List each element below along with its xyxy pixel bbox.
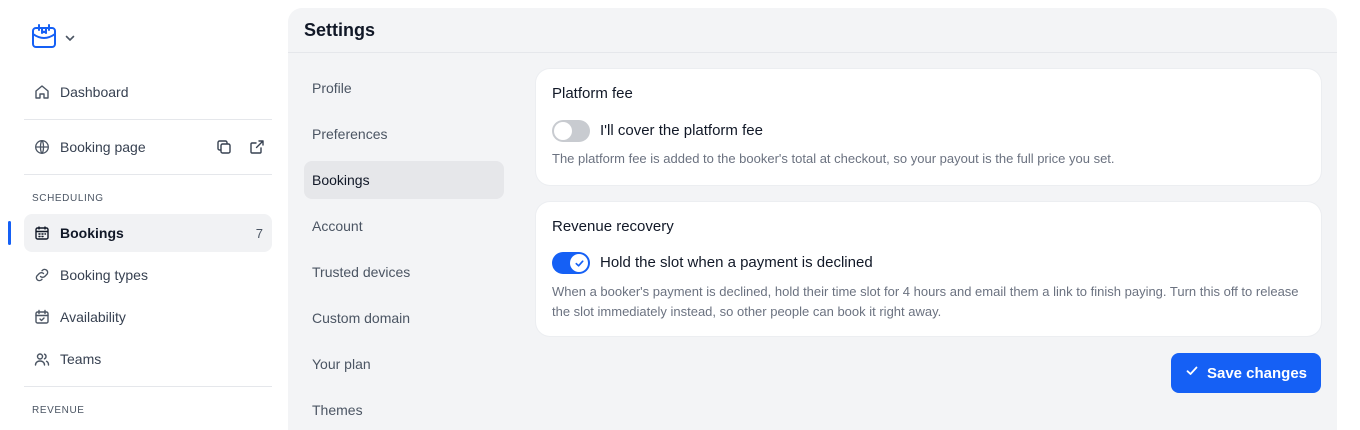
sidebar-item-label: Booking page: [60, 139, 146, 155]
calendar-check-icon: [34, 309, 50, 325]
hold-slot-toggle[interactable]: [552, 252, 590, 274]
copy-icon[interactable]: [216, 139, 232, 155]
sidebar-item-label: Availability: [60, 309, 126, 325]
sidebar-item-bookings[interactable]: Bookings 7: [24, 214, 272, 252]
calendar-icon: [34, 225, 50, 241]
platform-fee-toggle[interactable]: [552, 120, 590, 142]
settings-nav-profile[interactable]: Profile: [304, 69, 504, 107]
platform-fee-card: Platform fee I'll cover the platform fee…: [536, 69, 1321, 185]
sidebar-item-teams[interactable]: Teams: [24, 340, 272, 378]
divider: [24, 174, 272, 175]
settings-panel: Settings Profile Preferences Bookings Ac…: [288, 8, 1337, 430]
workspace-switcher[interactable]: [30, 22, 76, 55]
divider: [24, 386, 272, 387]
sidebar-item-booking-types[interactable]: Booking types: [24, 256, 272, 294]
help-text: When a booker's payment is declined, hol…: [552, 284, 1299, 319]
sidebar-item-label: Booking types: [60, 267, 148, 283]
home-icon: [34, 84, 50, 100]
section-label-scheduling: SCHEDULING: [32, 193, 104, 204]
sidebar-item-label: Teams: [60, 351, 102, 367]
toggle-knob: [554, 122, 572, 140]
help-text: The platform fee is added to the booker'…: [552, 151, 1115, 166]
chevron-down-icon: [64, 31, 76, 49]
settings-nav-trusted-devices[interactable]: Trusted devices: [304, 253, 504, 291]
settings-nav-account[interactable]: Account: [304, 207, 504, 245]
save-changes-button[interactable]: Save changes: [1171, 353, 1321, 393]
calendar-logo-icon: [30, 22, 58, 55]
save-label: Save changes: [1206, 364, 1308, 382]
page-title: Settings: [288, 8, 1337, 53]
bookings-count-badge: 7: [255, 225, 263, 241]
toggle-label: I'll cover the platform fee: [600, 122, 763, 139]
toggle-knob: [570, 254, 588, 272]
revenue-recovery-card: Revenue recovery Hold the slot when a pa…: [536, 202, 1321, 336]
sidebar-item-booking-page[interactable]: Booking page: [24, 128, 272, 166]
card-title: Revenue recovery: [552, 218, 674, 235]
settings-nav-bookings[interactable]: Bookings: [304, 161, 504, 199]
globe-icon: [34, 139, 50, 155]
settings-nav-custom-domain[interactable]: Custom domain: [304, 299, 504, 337]
sidebar-item-dashboard[interactable]: Dashboard: [24, 73, 272, 111]
sidebar-item-label: Bookings: [60, 225, 124, 241]
check-icon: [574, 259, 584, 267]
sidebar: Dashboard Booking page SCHEDULING Bookin…: [0, 0, 288, 430]
settings-nav-your-plan[interactable]: Your plan: [304, 345, 504, 383]
section-label-revenue: REVENUE: [32, 405, 85, 416]
sidebar-item-label: Dashboard: [60, 84, 129, 100]
users-icon: [34, 351, 50, 367]
external-link-icon[interactable]: [249, 139, 265, 155]
sidebar-item-availability[interactable]: Availability: [24, 298, 272, 336]
divider: [24, 119, 272, 120]
link-icon: [34, 267, 50, 283]
settings-nav-preferences[interactable]: Preferences: [304, 115, 504, 153]
card-title: Platform fee: [552, 85, 633, 102]
settings-nav-themes[interactable]: Themes: [304, 391, 504, 429]
active-indicator: [8, 221, 11, 245]
toggle-label: Hold the slot when a payment is declined: [600, 254, 873, 271]
check-icon: [1185, 364, 1199, 382]
